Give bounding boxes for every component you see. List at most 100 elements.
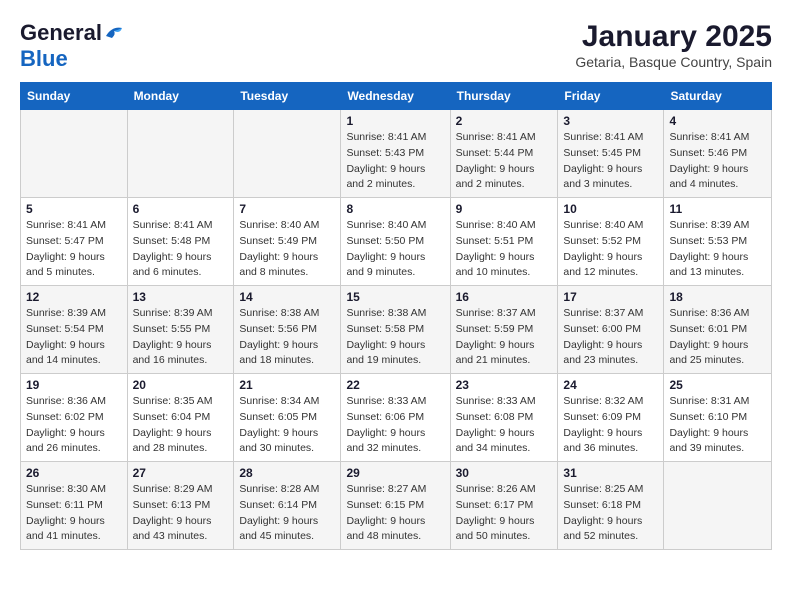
day-detail: Sunrise: 8:36 AMSunset: 6:01 PMDaylight:… bbox=[669, 306, 766, 369]
day-number: 25 bbox=[669, 378, 766, 392]
day-number: 15 bbox=[346, 290, 444, 304]
day-cell: 28 Sunrise: 8:28 AMSunset: 6:14 PMDayligh… bbox=[234, 462, 341, 550]
day-detail: Sunrise: 8:38 AMSunset: 5:56 PMDaylight:… bbox=[239, 306, 335, 369]
day-cell: 26 Sunrise: 8:30 AMSunset: 6:11 PMDayligh… bbox=[21, 462, 128, 550]
day-number: 9 bbox=[456, 202, 553, 216]
day-cell: 18 Sunrise: 8:36 AMSunset: 6:01 PMDayligh… bbox=[664, 286, 772, 374]
header-tuesday: Tuesday bbox=[234, 83, 341, 110]
day-number: 21 bbox=[239, 378, 335, 392]
day-cell: 9 Sunrise: 8:40 AMSunset: 5:51 PMDaylight… bbox=[450, 198, 558, 286]
day-number: 6 bbox=[133, 202, 229, 216]
day-detail: Sunrise: 8:29 AMSunset: 6:13 PMDaylight:… bbox=[133, 482, 229, 545]
day-detail: Sunrise: 8:37 AMSunset: 6:00 PMDaylight:… bbox=[563, 306, 658, 369]
day-detail: Sunrise: 8:40 AMSunset: 5:51 PMDaylight:… bbox=[456, 218, 553, 281]
calendar-body: 1Sunrise: 8:41 AMSunset: 5:43 PMDaylight… bbox=[21, 110, 772, 550]
day-cell: 11Sunrise: 8:39 AMSunset: 5:53 PMDayligh… bbox=[664, 198, 772, 286]
day-number: 22 bbox=[346, 378, 444, 392]
day-cell bbox=[21, 110, 128, 198]
day-detail: Sunrise: 8:25 AMSunset: 6:18 PMDaylight:… bbox=[563, 482, 658, 545]
week-row-0: 1Sunrise: 8:41 AMSunset: 5:43 PMDaylight… bbox=[21, 110, 772, 198]
day-number: 17 bbox=[563, 290, 658, 304]
day-detail: Sunrise: 8:26 AMSunset: 6:17 PMDaylight:… bbox=[456, 482, 553, 545]
logo-blue: Blue bbox=[20, 46, 68, 72]
day-cell bbox=[664, 462, 772, 550]
day-detail: Sunrise: 8:33 AMSunset: 6:08 PMDaylight:… bbox=[456, 394, 553, 457]
day-number: 13 bbox=[133, 290, 229, 304]
day-number: 3 bbox=[563, 114, 658, 128]
day-number: 31 bbox=[563, 466, 658, 480]
day-cell: 15 Sunrise: 8:38 AMSunset: 5:58 PMDayligh… bbox=[341, 286, 450, 374]
day-detail: Sunrise: 8:40 AMSunset: 5:52 PMDaylight:… bbox=[563, 218, 658, 281]
day-detail: Sunrise: 8:33 AMSunset: 6:06 PMDaylight:… bbox=[346, 394, 444, 457]
day-detail: Sunrise: 8:41 AMSunset: 5:43 PMDaylight:… bbox=[346, 130, 444, 193]
header: General Blue January 2025 Getaria, Basqu… bbox=[20, 20, 772, 72]
day-cell: 16 Sunrise: 8:37 AMSunset: 5:59 PMDayligh… bbox=[450, 286, 558, 374]
day-cell: 10 Sunrise: 8:40 AMSunset: 5:52 PMDayligh… bbox=[558, 198, 664, 286]
day-number: 23 bbox=[456, 378, 553, 392]
day-cell: 30 Sunrise: 8:26 AMSunset: 6:17 PMDayligh… bbox=[450, 462, 558, 550]
day-number: 18 bbox=[669, 290, 766, 304]
day-number: 2 bbox=[456, 114, 553, 128]
day-cell: 29Sunrise: 8:27 AMSunset: 6:15 PMDayligh… bbox=[341, 462, 450, 550]
day-detail: Sunrise: 8:37 AMSunset: 5:59 PMDaylight:… bbox=[456, 306, 553, 369]
day-number: 14 bbox=[239, 290, 335, 304]
calendar-title: January 2025 bbox=[575, 20, 772, 54]
day-detail: Sunrise: 8:32 AMSunset: 6:09 PMDaylight:… bbox=[563, 394, 658, 457]
day-cell: 2Sunrise: 8:41 AMSunset: 5:44 PMDaylight… bbox=[450, 110, 558, 198]
day-cell: 8 Sunrise: 8:40 AMSunset: 5:50 PMDaylight… bbox=[341, 198, 450, 286]
day-number: 5 bbox=[26, 202, 122, 216]
header-friday: Friday bbox=[558, 83, 664, 110]
day-number: 28 bbox=[239, 466, 335, 480]
week-row-3: 19Sunrise: 8:36 AMSunset: 6:02 PMDayligh… bbox=[21, 374, 772, 462]
day-detail: Sunrise: 8:28 AMSunset: 6:14 PMDaylight:… bbox=[239, 482, 335, 545]
day-detail: Sunrise: 8:27 AMSunset: 6:15 PMDaylight:… bbox=[346, 482, 444, 545]
header-monday: Monday bbox=[127, 83, 234, 110]
day-cell: 19Sunrise: 8:36 AMSunset: 6:02 PMDayligh… bbox=[21, 374, 128, 462]
day-detail: Sunrise: 8:41 AMSunset: 5:45 PMDaylight:… bbox=[563, 130, 658, 193]
day-detail: Sunrise: 8:41 AMSunset: 5:47 PMDaylight:… bbox=[26, 218, 122, 281]
header-wednesday: Wednesday bbox=[341, 83, 450, 110]
day-cell: 27 Sunrise: 8:29 AMSunset: 6:13 PMDayligh… bbox=[127, 462, 234, 550]
day-cell: 21Sunrise: 8:34 AMSunset: 6:05 PMDayligh… bbox=[234, 374, 341, 462]
day-cell: 23 Sunrise: 8:33 AMSunset: 6:08 PMDayligh… bbox=[450, 374, 558, 462]
day-detail: Sunrise: 8:39 AMSunset: 5:55 PMDaylight:… bbox=[133, 306, 229, 369]
day-detail: Sunrise: 8:40 AMSunset: 5:49 PMDaylight:… bbox=[239, 218, 335, 281]
day-detail: Sunrise: 8:36 AMSunset: 6:02 PMDaylight:… bbox=[26, 394, 122, 457]
week-row-2: 12 Sunrise: 8:39 AMSunset: 5:54 PMDayligh… bbox=[21, 286, 772, 374]
day-cell: 20 Sunrise: 8:35 AMSunset: 6:04 PMDayligh… bbox=[127, 374, 234, 462]
day-detail: Sunrise: 8:38 AMSunset: 5:58 PMDaylight:… bbox=[346, 306, 444, 369]
day-detail: Sunrise: 8:31 AMSunset: 6:10 PMDaylight:… bbox=[669, 394, 766, 457]
day-number: 27 bbox=[133, 466, 229, 480]
logo-bird-icon bbox=[104, 26, 124, 40]
header-sunday: Sunday bbox=[21, 83, 128, 110]
day-cell: 13 Sunrise: 8:39 AMSunset: 5:55 PMDayligh… bbox=[127, 286, 234, 374]
logo-general: General bbox=[20, 20, 102, 46]
week-row-4: 26 Sunrise: 8:30 AMSunset: 6:11 PMDayligh… bbox=[21, 462, 772, 550]
day-detail: Sunrise: 8:35 AMSunset: 6:04 PMDaylight:… bbox=[133, 394, 229, 457]
day-cell: 3 Sunrise: 8:41 AMSunset: 5:45 PMDaylight… bbox=[558, 110, 664, 198]
day-number: 30 bbox=[456, 466, 553, 480]
title-area: January 2025 Getaria, Basque Country, Sp… bbox=[575, 20, 772, 70]
day-detail: Sunrise: 8:41 AMSunset: 5:48 PMDaylight:… bbox=[133, 218, 229, 281]
day-detail: Sunrise: 8:41 AMSunset: 5:46 PMDaylight:… bbox=[669, 130, 766, 193]
day-number: 20 bbox=[133, 378, 229, 392]
week-row-1: 5 Sunrise: 8:41 AMSunset: 5:47 PMDaylight… bbox=[21, 198, 772, 286]
day-number: 8 bbox=[346, 202, 444, 216]
day-detail: Sunrise: 8:30 AMSunset: 6:11 PMDaylight:… bbox=[26, 482, 122, 545]
calendar-subtitle: Getaria, Basque Country, Spain bbox=[575, 54, 772, 70]
day-detail: Sunrise: 8:40 AMSunset: 5:50 PMDaylight:… bbox=[346, 218, 444, 281]
day-cell: 22 Sunrise: 8:33 AMSunset: 6:06 PMDayligh… bbox=[341, 374, 450, 462]
day-number: 4 bbox=[669, 114, 766, 128]
day-number: 10 bbox=[563, 202, 658, 216]
day-number: 12 bbox=[26, 290, 122, 304]
day-cell: 7Sunrise: 8:40 AMSunset: 5:49 PMDaylight… bbox=[234, 198, 341, 286]
day-number: 16 bbox=[456, 290, 553, 304]
day-cell: 25 Sunrise: 8:31 AMSunset: 6:10 PMDayligh… bbox=[664, 374, 772, 462]
day-number: 26 bbox=[26, 466, 122, 480]
day-cell: 31 Sunrise: 8:25 AMSunset: 6:18 PMDayligh… bbox=[558, 462, 664, 550]
day-cell: 5 Sunrise: 8:41 AMSunset: 5:47 PMDaylight… bbox=[21, 198, 128, 286]
day-detail: Sunrise: 8:39 AMSunset: 5:54 PMDaylight:… bbox=[26, 306, 122, 369]
day-cell: 24Sunrise: 8:32 AMSunset: 6:09 PMDayligh… bbox=[558, 374, 664, 462]
day-cell: 12 Sunrise: 8:39 AMSunset: 5:54 PMDayligh… bbox=[21, 286, 128, 374]
day-cell: 14 Sunrise: 8:38 AMSunset: 5:56 PMDayligh… bbox=[234, 286, 341, 374]
